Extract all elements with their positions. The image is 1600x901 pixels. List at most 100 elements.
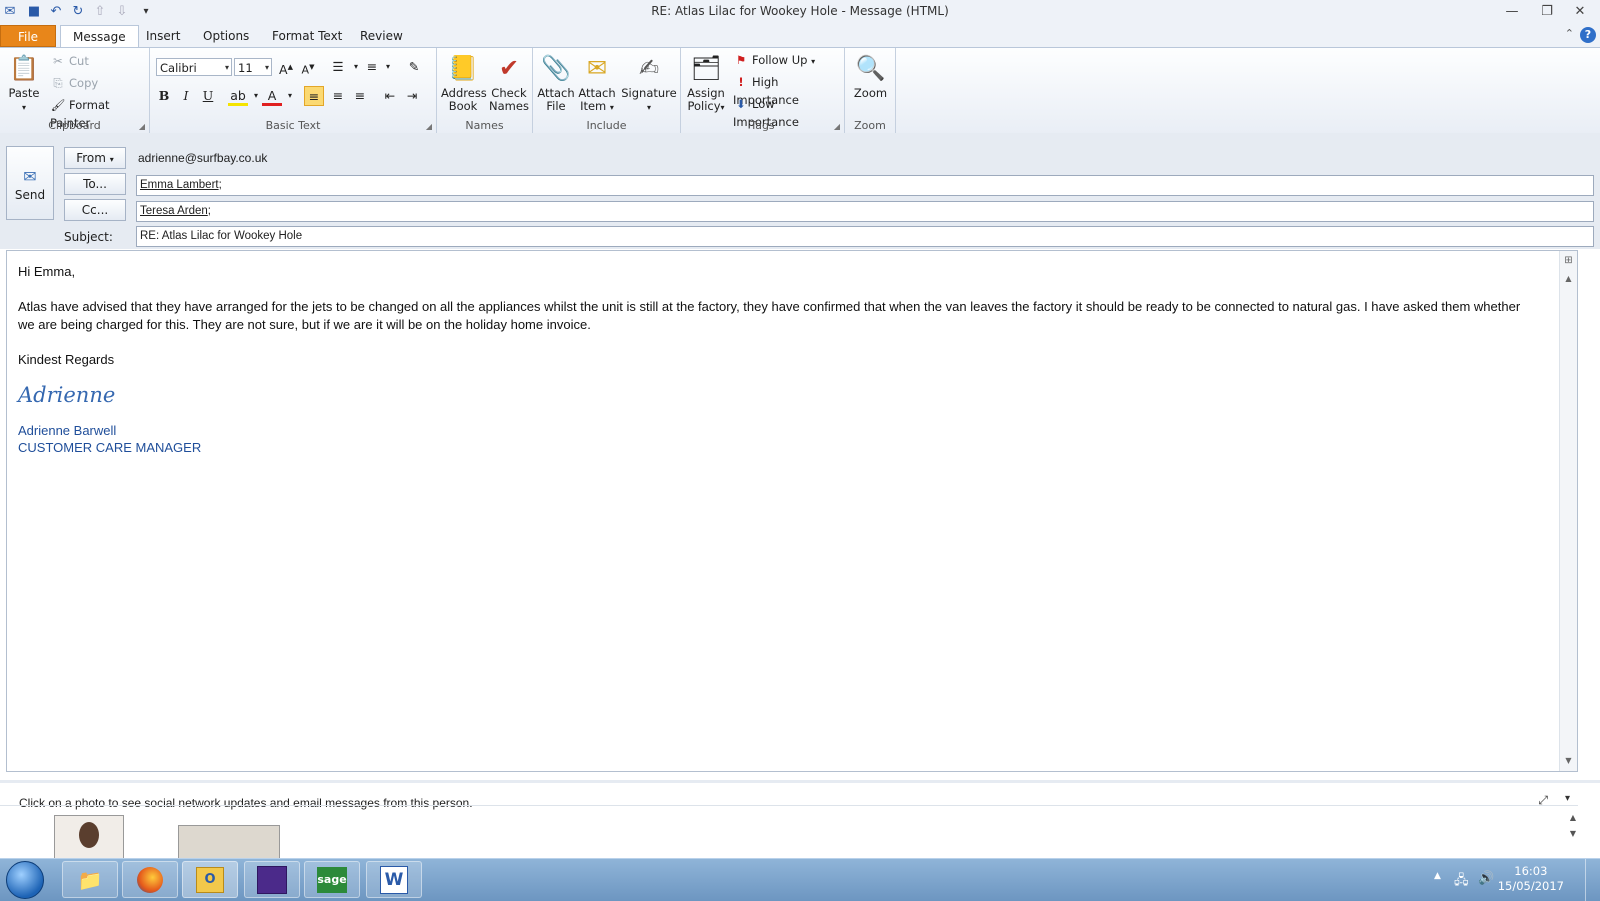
scroll-up-icon[interactable]: ▲ (1560, 271, 1577, 287)
help-icon[interactable]: ? (1580, 27, 1596, 43)
address-book-button[interactable]: 📒 Address Book (441, 52, 487, 113)
italic-icon[interactable]: I (176, 86, 196, 106)
signature-name: Adrienne Barwell (18, 423, 117, 438)
high-importance-button[interactable]: ! High Importance (733, 73, 844, 107)
subject-field[interactable]: RE: Atlas Lilac for Wookey Hole (136, 226, 1594, 247)
cc-button[interactable]: Cc... (64, 199, 126, 221)
subject-label: Subject: (64, 230, 113, 244)
scroll-up-icon[interactable]: ▲ (1570, 813, 1576, 822)
tab-review[interactable]: Review (348, 25, 415, 47)
network-icon[interactable]: 🖧 (1454, 871, 1469, 893)
clock[interactable]: 16:03 15/05/2017 (1498, 864, 1564, 894)
vertical-scrollbar[interactable]: ⊞ ▲ ▼ (1559, 251, 1577, 771)
contact-photo[interactable] (54, 815, 124, 861)
font-color-icon[interactable]: A (262, 86, 282, 106)
chevron-down-icon[interactable]: ▾ (378, 57, 398, 77)
copy-icon: ⎘ (53, 76, 63, 90)
highlight-icon[interactable]: ab (228, 86, 248, 106)
align-left-icon[interactable]: ≡ (304, 86, 324, 106)
signature-button[interactable]: ✍ Signature ▾ (621, 52, 677, 114)
bullets-icon[interactable]: ☰ (328, 57, 348, 77)
paste-button[interactable]: 📋 Paste ▾ (6, 52, 42, 114)
include-group: 📎 Attach File ✉ Attach Item ▾ ✍ Signature ▾… (533, 48, 681, 134)
tags-launcher-icon[interactable]: ◢ (834, 122, 840, 131)
copy-button[interactable]: ⎘ Copy (50, 74, 98, 92)
firefox-icon[interactable] (122, 861, 178, 898)
bold-icon[interactable]: B (154, 86, 174, 106)
word-icon[interactable]: W (366, 861, 422, 898)
align-center-icon[interactable]: ≡ (328, 86, 348, 106)
clear-formatting-icon[interactable]: ✎ (404, 57, 424, 77)
greeting: Hi Emma, (18, 264, 76, 279)
minimize-ribbon-icon[interactable]: ⌃ (1565, 27, 1574, 40)
font-name-combo[interactable]: Calibri (Body)▾ (156, 58, 232, 76)
zoom-button[interactable]: 🔍 Zoom (849, 52, 892, 100)
taskbar: 📁 O sage W ▲ 🖧 🔊 16:03 15/05/2017 (0, 858, 1600, 901)
minimize-button[interactable]: — (1498, 2, 1526, 22)
tab-message[interactable]: Message (60, 25, 139, 48)
recipient-chip[interactable]: Emma Lambert (140, 179, 219, 191)
recipient-chip[interactable]: Teresa Arden (140, 205, 208, 217)
align-right-icon[interactable]: ≡ (350, 86, 370, 106)
zoom-group: 🔍 Zoom Zoom (845, 48, 896, 134)
volume-icon[interactable]: 🔊 (1478, 871, 1494, 886)
window-title: RE: Atlas Lilac for Wookey Hole - Messag… (651, 4, 949, 18)
contact-photo[interactable] (178, 825, 280, 861)
signature-script: Adrienne (18, 383, 116, 407)
to-field[interactable]: Emma Lambert; (136, 175, 1594, 196)
clipboard-launcher-icon[interactable]: ◢ (139, 122, 145, 131)
tab-options[interactable]: Options (191, 25, 261, 47)
message-body[interactable]: Hi Emma, Atlas have advised that they ha… (6, 250, 1578, 772)
decrease-indent-icon[interactable]: ⇤ (380, 86, 400, 106)
follow-up-button[interactable]: ⚑ Follow Up ▾ (733, 51, 815, 69)
magnifier-icon: 🔍 (855, 53, 886, 82)
outlook-icon[interactable]: O (182, 861, 238, 898)
ribbon: 📋 Paste ▾ ✂ Cut ⎘ Copy 🖌 Format Painter Clip… (0, 47, 1600, 135)
chevron-down-icon[interactable]: ▾ (280, 86, 300, 106)
low-importance-button[interactable]: ⬇ Low Importance (733, 95, 844, 129)
increase-indent-icon[interactable]: ⇥ (402, 86, 422, 106)
scroll-down-icon[interactable]: ▼ (1560, 753, 1577, 769)
people-pane-message: Click on a photo to see social network u… (19, 796, 473, 810)
chevron-down-icon: ▾ (264, 63, 269, 72)
attach-file-button[interactable]: 📎 Attach File (537, 52, 575, 113)
show-hidden-icons-icon[interactable]: ▲ (1434, 871, 1441, 881)
grow-font-icon[interactable]: A▲ (276, 57, 296, 77)
attach-item-button[interactable]: ✉ Attach Item ▾ (577, 52, 617, 114)
tags-group-label: Tags (750, 119, 775, 132)
check-names-button[interactable]: ✔ Check Names (487, 52, 531, 113)
body-text[interactable]: Hi Emma, Atlas have advised that they ha… (18, 263, 1538, 456)
body-paragraph: Atlas have advised that they have arrang… (18, 299, 1521, 332)
assign-policy-button[interactable]: 🗂 Assign Policy▾ (685, 52, 727, 114)
flag-icon: ⚑ (735, 53, 747, 67)
zoom-group-label: Zoom (854, 119, 886, 132)
signature-icon: ✍ (638, 53, 660, 82)
calendar-app-icon[interactable] (244, 861, 300, 898)
shrink-font-icon[interactable]: A▼ (298, 57, 318, 77)
ruler-toggle-icon[interactable]: ⊞ (1560, 253, 1577, 269)
cut-button[interactable]: ✂ Cut (50, 52, 89, 70)
chevron-down-icon: ▾ (224, 63, 229, 72)
from-button[interactable]: From ▾ (64, 147, 126, 169)
chevron-down-icon: ▾ (109, 155, 114, 164)
tab-insert[interactable]: Insert (134, 25, 192, 47)
send-button[interactable]: ✉ Send (6, 146, 54, 220)
show-desktop-button[interactable] (1585, 859, 1600, 901)
start-button[interactable] (6, 861, 44, 899)
cc-field[interactable]: Teresa Arden; (136, 201, 1594, 222)
windows-explorer-icon[interactable]: 📁 (62, 861, 118, 898)
basic-text-group: Calibri (Body)▾ 11▾ A▲ A▼ ☰ ▾ ≡ ▾ ✎ B I … (150, 48, 437, 134)
tab-format-text[interactable]: Format Text (260, 25, 354, 47)
restore-button[interactable]: ❐ (1533, 2, 1561, 22)
scroll-down-icon[interactable]: ▼ (1570, 829, 1576, 838)
underline-icon[interactable]: U (198, 86, 218, 106)
to-button[interactable]: To... (64, 173, 126, 195)
chevron-down-icon[interactable]: ▾ (1565, 793, 1570, 804)
format-painter-button[interactable]: 🖌 Format Painter (50, 96, 149, 130)
check-names-icon: ✔ (498, 53, 520, 82)
tab-file[interactable]: File (0, 25, 56, 47)
basic-text-launcher-icon[interactable]: ◢ (426, 122, 432, 131)
font-size-combo[interactable]: 11 ▾ (234, 58, 272, 76)
close-button[interactable]: ✕ (1566, 2, 1594, 22)
sage-icon[interactable]: sage (304, 861, 360, 898)
